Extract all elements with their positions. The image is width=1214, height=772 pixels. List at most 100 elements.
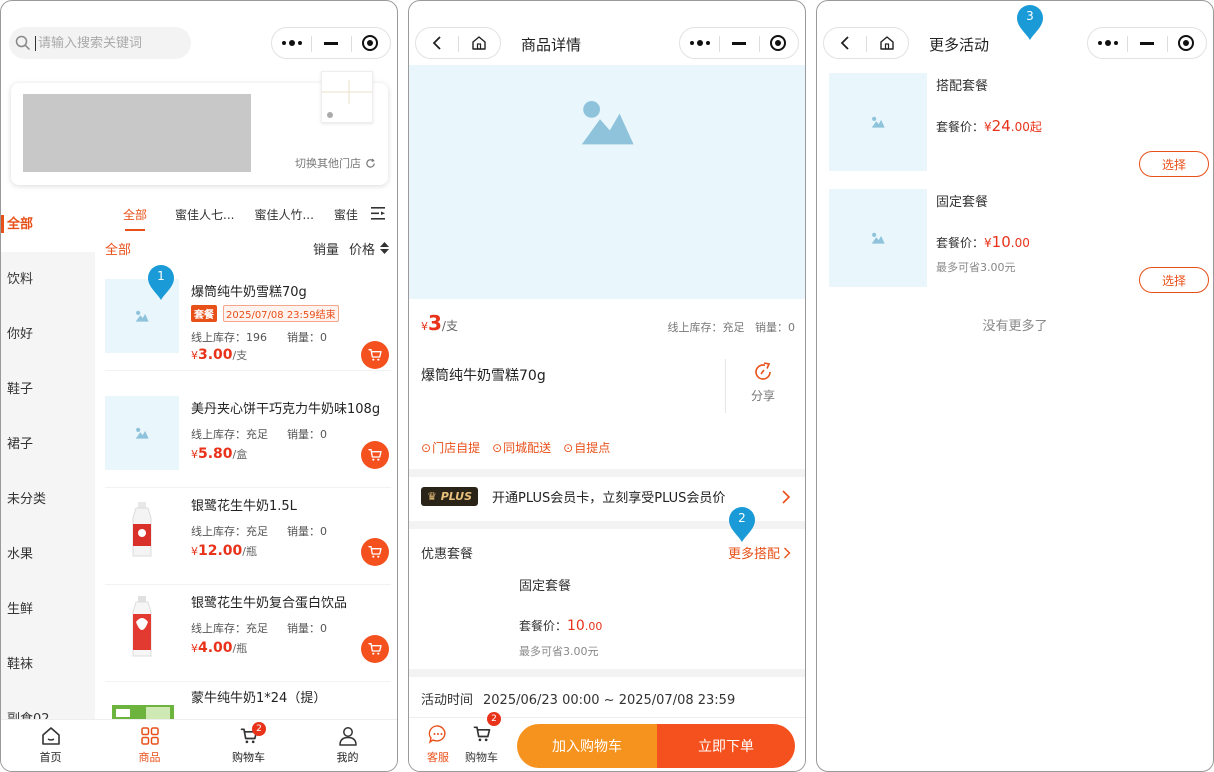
tab-subcategory[interactable]: 蜜佳 (334, 206, 358, 223)
target-icon (1178, 35, 1195, 51)
add-to-cart-button[interactable] (361, 635, 389, 663)
price-unit: /瓶 (232, 642, 248, 655)
package-item: 搭配套餐 套餐价：¥24.00起 选择 (829, 73, 1209, 183)
image-placeholder-icon (579, 96, 635, 148)
product-image (105, 590, 179, 664)
step-marker: 1 (146, 263, 176, 301)
store-logo (321, 71, 373, 123)
delivery-option: 同城配送 (492, 439, 551, 456)
package-save: 最多可省3.00元 (519, 645, 599, 658)
choose-package-button[interactable]: 选择 (1139, 267, 1209, 293)
product-row[interactable]: 蒙牛纯牛奶1*24（提） (105, 683, 391, 761)
package-price-suffix: 起 (1029, 120, 1042, 134)
tab-cart[interactable]: 2 购物车 (199, 720, 298, 771)
more-menu-button[interactable] (272, 28, 311, 58)
add-to-cart-button[interactable]: 加入购物车 (517, 724, 657, 768)
more-menu-button[interactable] (1088, 28, 1127, 58)
tab-mine-label: 我的 (336, 751, 359, 764)
customer-service-button[interactable]: 客服 (427, 724, 449, 765)
minimize-button[interactable] (719, 28, 758, 58)
more-dots-icon (1097, 40, 1118, 46)
more-packages-link[interactable]: 更多搭配 (728, 543, 791, 562)
activity-time-value: 2025/06/23 00:00 ~ 2025/07/08 23:59 (483, 693, 736, 708)
category-item[interactable]: 水果 (1, 527, 95, 582)
product-detail-screen: 商品详情 ¥3/支 线上库存：充足 销量：0 爆筒纯牛奶雪糕70g 分享 门店自… (408, 0, 806, 772)
currency-symbol: ¥ (421, 320, 428, 333)
product-list-screen: 切换其他门店 全部 饮料 你好 鞋子 裙子 未分类 水果 生鲜 鞋袜 副食02 … (0, 0, 398, 772)
product-row[interactable]: 美丹夹心饼干巧克力牛奶味108g 线上库存：充足 销量：0 ¥5.80/盒 (105, 392, 391, 488)
category-item[interactable]: 裙子 (1, 417, 95, 472)
tab-subcategory[interactable]: 蜜佳人竹... (254, 206, 313, 223)
more-menu-button[interactable] (680, 28, 719, 58)
filter-all[interactable]: 全部 (105, 239, 131, 258)
capsule-menu (679, 27, 799, 59)
chevron-right-icon (784, 547, 791, 558)
step-number: 1 (157, 269, 165, 283)
category-item[interactable]: 鞋袜 (1, 637, 95, 692)
product-price: ¥12.00/瓶 (191, 543, 257, 559)
choose-package-button[interactable]: 选择 (1139, 151, 1209, 177)
add-to-cart-button[interactable] (361, 341, 389, 369)
sort-price[interactable]: 价格 (349, 239, 375, 258)
package-price-dec: .00 (1010, 120, 1030, 134)
close-miniprogram-button[interactable] (350, 28, 390, 58)
package-name: 固定套餐 (936, 195, 989, 210)
category-item[interactable]: 全部 (1, 197, 95, 252)
price-unit: /支 (441, 319, 458, 333)
tab-home[interactable]: 首页 (1, 720, 100, 771)
price-value: 3 (428, 311, 442, 335)
minimize-button[interactable] (311, 28, 350, 58)
target-icon (770, 35, 787, 51)
tab-products[interactable]: 商品 (100, 720, 199, 771)
category-item[interactable]: 鞋子 (1, 362, 95, 417)
cart-button[interactable]: 购物车 (465, 724, 498, 765)
currency-symbol: ¥ (191, 642, 198, 655)
sort-sales[interactable]: 销量 (313, 239, 339, 258)
plus-badge-text: PLUS (440, 490, 473, 503)
package-price-label: 套餐价： (936, 236, 985, 250)
close-miniprogram-button[interactable] (758, 28, 798, 58)
add-to-cart-button[interactable] (361, 441, 389, 469)
category-item[interactable]: 未分类 (1, 472, 95, 527)
product-sales: 销量：0 (287, 331, 327, 344)
share-label: 分享 (750, 389, 775, 403)
search-bar[interactable] (9, 27, 191, 59)
currency-symbol: ¥ (191, 349, 198, 362)
milk-bottle-image (132, 596, 152, 657)
menu-list-icon[interactable] (371, 207, 385, 220)
plus-membership-row[interactable]: ♛ PLUS 开通PLUS会员卡，立刻享受PLUS会员价 (421, 487, 725, 506)
switch-store-button[interactable]: 切换其他门店 (295, 155, 376, 171)
product-hero-image (409, 65, 805, 299)
no-more-text: 没有更多了 (982, 319, 1048, 334)
tab-all[interactable]: 全部 (123, 206, 147, 231)
back-button[interactable] (416, 28, 458, 58)
category-item[interactable]: 生鲜 (1, 582, 95, 637)
divider (725, 359, 726, 413)
activity-time: 活动时间 2025/06/23 00:00 ~ 2025/07/08 23:59 (421, 689, 735, 708)
back-button[interactable] (824, 28, 866, 58)
step-number: 3 (1026, 9, 1034, 23)
close-miniprogram-button[interactable] (1166, 28, 1206, 58)
product-price: ¥4.00/瓶 (191, 640, 247, 656)
package-tag: 套餐 (191, 305, 217, 322)
product-price: ¥5.80/盒 (191, 446, 247, 462)
buy-now-button[interactable]: 立即下单 (657, 724, 795, 768)
add-to-cart-button[interactable] (361, 538, 389, 566)
product-row[interactable]: 银鹭花生牛奶复合蛋白饮品 线上库存：充足 销量：0 ¥4.00/瓶 (105, 586, 391, 682)
cart-icon (367, 641, 383, 657)
home-button[interactable] (866, 28, 908, 58)
home-button[interactable] (458, 28, 500, 58)
search-input[interactable] (35, 35, 185, 51)
category-item[interactable]: 你好 (1, 307, 95, 362)
product-row[interactable]: 银鹭花生牛奶1.5L 线上库存：充足 销量：0 ¥12.00/瓶 (105, 489, 391, 585)
capsule-menu (271, 27, 391, 59)
package-price-value: ¥10.00 (984, 233, 1030, 251)
tab-mine[interactable]: 我的 (298, 720, 397, 771)
tab-subcategory[interactable]: 蜜佳人七... (175, 206, 234, 223)
share-button[interactable]: 分享 (751, 361, 775, 404)
price-unit: /盒 (232, 448, 248, 461)
category-item[interactable]: 饮料 (1, 252, 95, 307)
product-name: 蒙牛纯牛奶1*24（提） (191, 691, 327, 706)
minimize-button[interactable] (1127, 28, 1166, 58)
package-price-dec: .00 (584, 620, 603, 633)
